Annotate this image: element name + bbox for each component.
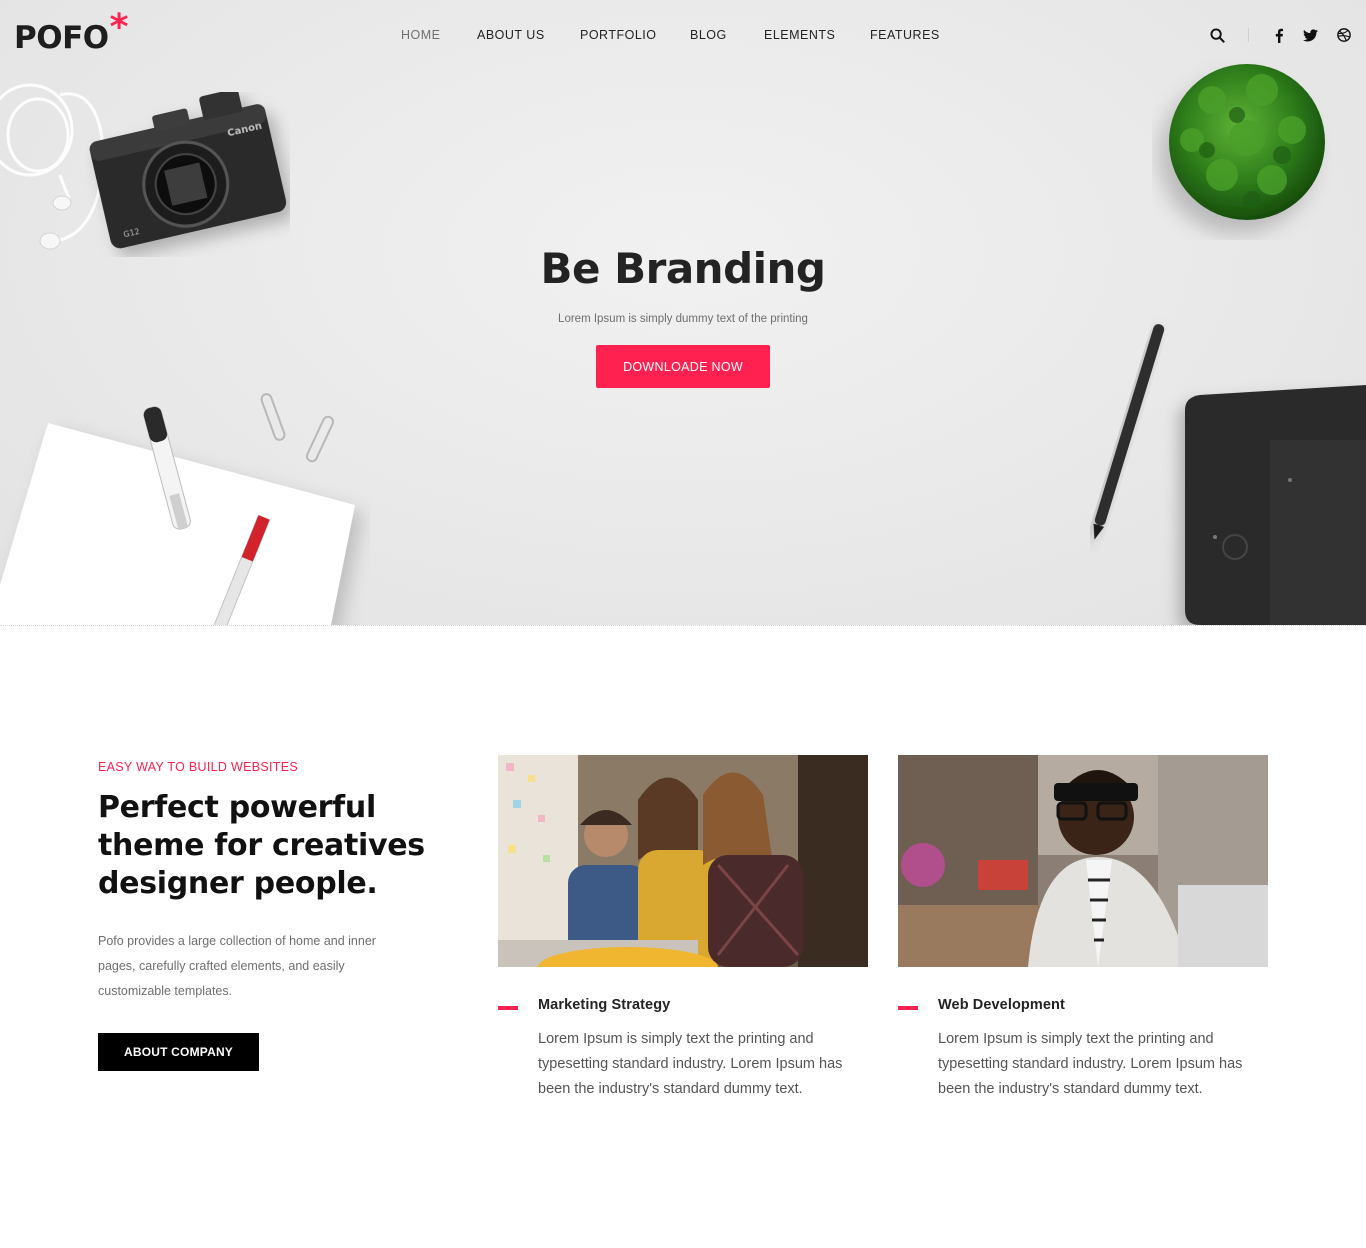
- nav-about-us[interactable]: ABOUT US: [477, 27, 545, 43]
- section-divider: [0, 625, 1366, 627]
- nav-home[interactable]: HOME: [401, 27, 441, 43]
- developer-photo: [898, 755, 1268, 967]
- logo-text: POFO: [14, 20, 109, 56]
- accent-dash: [898, 1006, 918, 1010]
- search-icon[interactable]: [1207, 24, 1227, 46]
- accent-dash: [498, 1006, 518, 1010]
- notepad-image: [0, 393, 355, 625]
- service-text: Lorem Ipsum is simply text the printing …: [538, 1031, 843, 1097]
- nav-features[interactable]: FEATURES: [870, 27, 940, 43]
- camera-image: Canon G12: [89, 92, 287, 249]
- twitter-icon[interactable]: [1300, 24, 1320, 46]
- service-title: Web Development: [938, 997, 1065, 1013]
- service-text: Lorem Ipsum is simply text the printing …: [938, 1031, 1243, 1097]
- dribbble-icon[interactable]: [1334, 24, 1354, 46]
- section-headline: Perfect powerful theme for creatives des…: [98, 790, 425, 901]
- section-eyebrow: EASY WAY TO BUILD WEBSITES: [98, 760, 298, 774]
- hero-title: Be Branding: [540, 244, 826, 293]
- header-divider: [1248, 28, 1249, 42]
- service-title: Marketing Strategy: [538, 997, 671, 1013]
- facebook-icon[interactable]: [1269, 24, 1289, 46]
- tablet-image: [1093, 324, 1366, 625]
- nav-portfolio[interactable]: PORTFOLIO: [580, 27, 657, 43]
- site-logo[interactable]: POFO*: [14, 9, 128, 57]
- team-meeting-photo: [498, 755, 868, 967]
- section-intro: Pofo provides a large collection of home…: [98, 934, 376, 998]
- plant-image: [1169, 64, 1325, 220]
- nav-blog[interactable]: BLOG: [690, 27, 727, 43]
- logo-asterisk: *: [109, 7, 129, 48]
- hero-subtitle: Lorem Ipsum is simply dummy text of the …: [558, 313, 808, 325]
- nav-elements[interactable]: ELEMENTS: [764, 27, 835, 43]
- about-company-button[interactable]: ABOUT COMPANY: [98, 1033, 259, 1071]
- hero-section: Canon G12 POFO* HOME ABOUT US PORTFOLIO …: [0, 0, 1366, 625]
- download-now-button[interactable]: DOWNLOADE NOW: [596, 345, 770, 388]
